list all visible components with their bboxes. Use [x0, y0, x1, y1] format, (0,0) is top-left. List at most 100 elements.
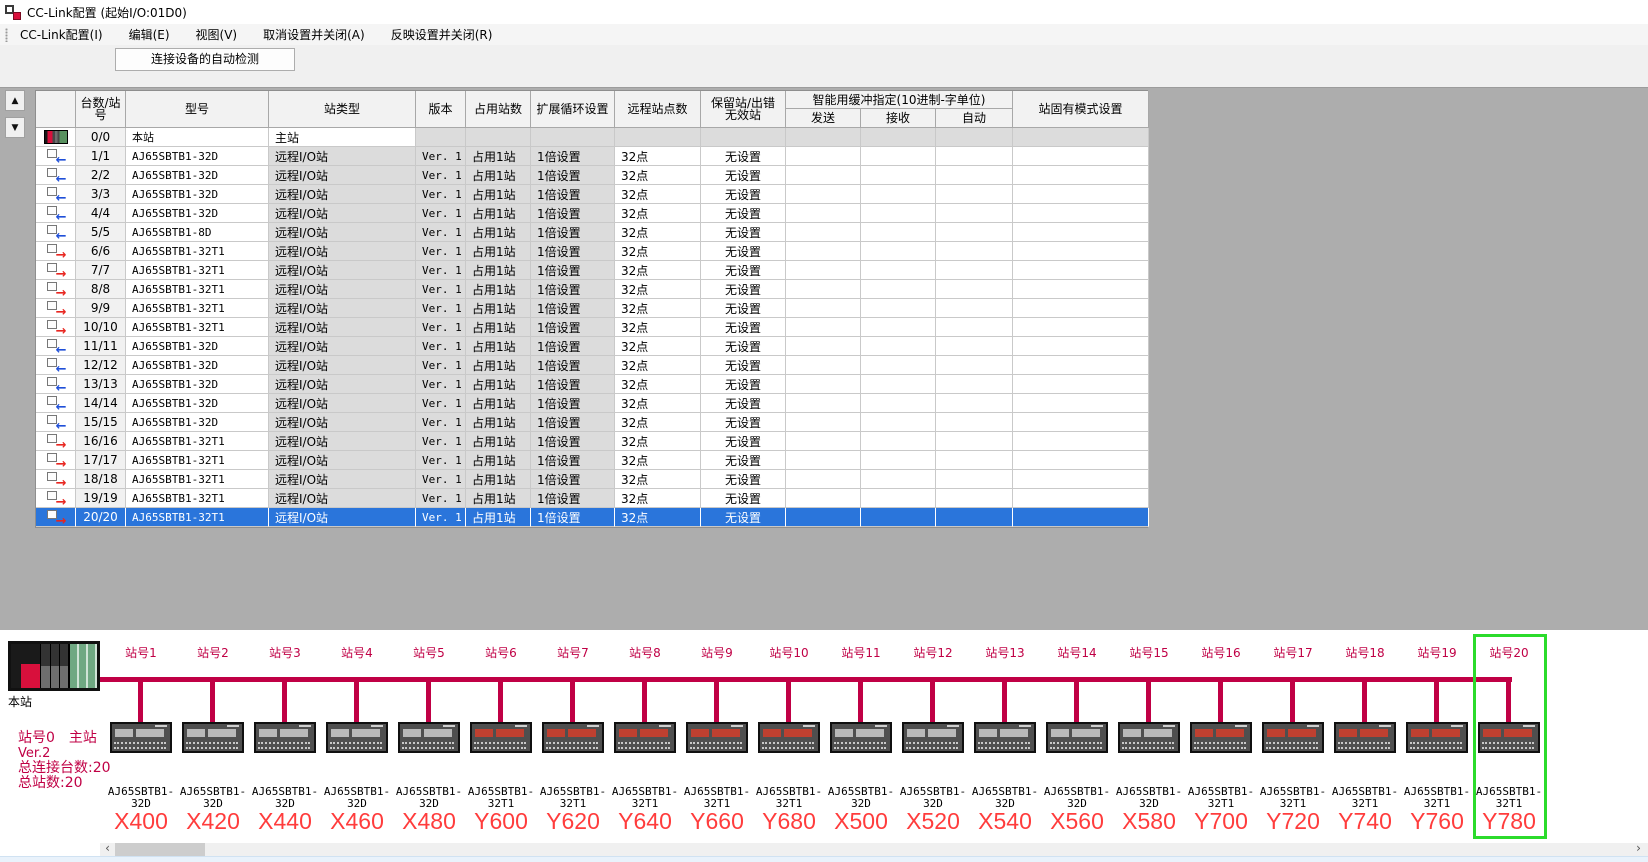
station-module-image[interactable]	[830, 722, 892, 753]
cell-model: AJ65SBTB1-32D	[126, 166, 269, 185]
table-row[interactable]: →7/7AJ65SBTB1-32T1远程I/O站Ver. 1占用1站1倍设置32…	[36, 261, 1147, 280]
cell-occupied: 占用1站	[466, 413, 531, 432]
output-module-icon: →	[46, 301, 66, 316]
menu-apply-close[interactable]: 反映设置并关闭(R)	[391, 26, 493, 43]
table-row[interactable]: ←4/4AJ65SBTB1-32D远程I/O站Ver. 1占用1站1倍设置32点…	[36, 204, 1147, 223]
scroll-down-button[interactable]: ▼	[5, 117, 25, 138]
cell-remote-points: 32点	[615, 413, 701, 432]
station-address-label: X480	[393, 808, 465, 835]
station-17[interactable]: 站号17AJ65SBTB1-32T1Y720	[1257, 630, 1329, 842]
cell-auto	[936, 451, 1013, 470]
station-module-image[interactable]	[1334, 722, 1396, 753]
cell-occupied: 占用1站	[466, 470, 531, 489]
station-2[interactable]: 站号2AJ65SBTB1-32DX420	[177, 630, 249, 842]
station-drop-line	[498, 680, 503, 722]
table-row[interactable]: 0/0本站主站	[36, 128, 1147, 147]
station-address-label: X580	[1113, 808, 1185, 835]
selected-station-highlight	[1473, 634, 1547, 839]
table-row[interactable]: ←5/5AJ65SBTB1-8D远程I/O站Ver. 1占用1站1倍设置32点无…	[36, 223, 1147, 242]
station-module-image[interactable]	[1046, 722, 1108, 753]
station-module-image[interactable]	[1406, 722, 1468, 753]
station-7[interactable]: 站号7AJ65SBTB1-32T1Y620	[537, 630, 609, 842]
station-module-image[interactable]	[1118, 722, 1180, 753]
cell-send	[786, 337, 861, 356]
output-module-icon: →	[46, 244, 66, 259]
table-row[interactable]: ←2/2AJ65SBTB1-32D远程I/O站Ver. 1占用1站1倍设置32点…	[36, 166, 1147, 185]
station-10[interactable]: 站号10AJ65SBTB1-32T1Y680	[753, 630, 825, 842]
station-6[interactable]: 站号6AJ65SBTB1-32T1Y600	[465, 630, 537, 842]
station-12[interactable]: 站号12AJ65SBTB1-32DX520	[897, 630, 969, 842]
station-module-image[interactable]	[470, 722, 532, 753]
cell-reserve: 无设置	[701, 166, 786, 185]
station-module-image[interactable]	[974, 722, 1036, 753]
table-row[interactable]: →16/16AJ65SBTB1-32T1远程I/O站Ver. 1占用1站1倍设置…	[36, 432, 1147, 451]
station-14[interactable]: 站号14AJ65SBTB1-32DX560	[1041, 630, 1113, 842]
table-row[interactable]: ←13/13AJ65SBTB1-32D远程I/O站Ver. 1占用1站1倍设置3…	[36, 375, 1147, 394]
table-row[interactable]: →19/19AJ65SBTB1-32T1远程I/O站Ver. 1占用1站1倍设置…	[36, 489, 1147, 508]
cell-station-mode	[1013, 242, 1149, 261]
cell-count-station: 18/18	[76, 470, 126, 489]
station-5[interactable]: 站号5AJ65SBTB1-32DX480	[393, 630, 465, 842]
menu-cancel-close[interactable]: 取消设置并关闭(A)	[263, 26, 365, 43]
station-module-image[interactable]	[902, 722, 964, 753]
cell-occupied: 占用1站	[466, 318, 531, 337]
table-row[interactable]: ←12/12AJ65SBTB1-32D远程I/O站Ver. 1占用1站1倍设置3…	[36, 356, 1147, 375]
station-module-image[interactable]	[398, 722, 460, 753]
table-row[interactable]: ←11/11AJ65SBTB1-32D远程I/O站Ver. 1占用1站1倍设置3…	[36, 337, 1147, 356]
station-module-image[interactable]	[758, 722, 820, 753]
station-module-image[interactable]	[1262, 722, 1324, 753]
scroll-left-icon[interactable]: ‹	[100, 843, 115, 856]
menu-cclink-config[interactable]: CC-Link配置(I)	[20, 26, 103, 43]
station-18[interactable]: 站号18AJ65SBTB1-32T1Y740	[1329, 630, 1401, 842]
table-row[interactable]: →18/18AJ65SBTB1-32T1远程I/O站Ver. 1占用1站1倍设置…	[36, 470, 1147, 489]
menu-edit[interactable]: 编辑(E)	[129, 26, 170, 43]
station-8[interactable]: 站号8AJ65SBTB1-32T1Y640	[609, 630, 681, 842]
station-address-label: X440	[249, 808, 321, 835]
table-row[interactable]: →6/6AJ65SBTB1-32T1远程I/O站Ver. 1占用1站1倍设置32…	[36, 242, 1147, 261]
cell-model: AJ65SBTB1-32T1	[126, 470, 269, 489]
table-row[interactable]: ←15/15AJ65SBTB1-32D远程I/O站Ver. 1占用1站1倍设置3…	[36, 413, 1147, 432]
table-row[interactable]: ←14/14AJ65SBTB1-32D远程I/O站Ver. 1占用1站1倍设置3…	[36, 394, 1147, 413]
cell-cyclic	[531, 128, 615, 147]
cell-version: Ver. 1	[416, 299, 466, 318]
cell-receive	[861, 166, 936, 185]
station-module-image[interactable]	[110, 722, 172, 753]
station-model-label: AJ65SBTB1-32D	[1041, 786, 1113, 810]
settings-panel: 连接设备的自动检测 模式设置(M) : Ver.2模式 ⌄ 传送速度(D) : …	[0, 45, 1648, 88]
auto-detect-button[interactable]: 连接设备的自动检测	[115, 48, 295, 71]
scrollbar-thumb[interactable]	[115, 843, 205, 856]
table-row[interactable]: →17/17AJ65SBTB1-32T1远程I/O站Ver. 1占用1站1倍设置…	[36, 451, 1147, 470]
cell-auto	[936, 242, 1013, 261]
station-module-image[interactable]	[254, 722, 316, 753]
scroll-right-icon[interactable]: ›	[1631, 843, 1646, 856]
cell-remote-points: 32点	[615, 299, 701, 318]
table-row[interactable]: ←1/1AJ65SBTB1-32D远程I/O站Ver. 1占用1站1倍设置32点…	[36, 147, 1147, 166]
station-15[interactable]: 站号15AJ65SBTB1-32DX580	[1113, 630, 1185, 842]
station-13[interactable]: 站号13AJ65SBTB1-32DX540	[969, 630, 1041, 842]
cell-cyclic: 1倍设置	[531, 394, 615, 413]
table-row[interactable]: →10/10AJ65SBTB1-32T1远程I/O站Ver. 1占用1站1倍设置…	[36, 318, 1147, 337]
station-module-image[interactable]	[1190, 722, 1252, 753]
station-16[interactable]: 站号16AJ65SBTB1-32T1Y700	[1185, 630, 1257, 842]
station-9[interactable]: 站号9AJ65SBTB1-32T1Y660	[681, 630, 753, 842]
station-3[interactable]: 站号3AJ65SBTB1-32DX440	[249, 630, 321, 842]
station-module-image[interactable]	[542, 722, 604, 753]
station-module-image[interactable]	[686, 722, 748, 753]
station-module-image[interactable]	[182, 722, 244, 753]
station-1[interactable]: 站号1AJ65SBTB1-32DX400	[105, 630, 177, 842]
station-11[interactable]: 站号11AJ65SBTB1-32DX500	[825, 630, 897, 842]
menu-view[interactable]: 视图(V)	[196, 26, 238, 43]
station-4[interactable]: 站号4AJ65SBTB1-32DX460	[321, 630, 393, 842]
table-row[interactable]: ←3/3AJ65SBTB1-32D远程I/O站Ver. 1占用1站1倍设置32点…	[36, 185, 1147, 204]
station-module-image[interactable]	[614, 722, 676, 753]
station-19[interactable]: 站号19AJ65SBTB1-32T1Y760	[1401, 630, 1473, 842]
scroll-up-button[interactable]: ▲	[5, 90, 25, 111]
master-station-image[interactable]	[8, 641, 100, 691]
horizontal-scrollbar[interactable]: ‹ ›	[100, 843, 1648, 856]
table-row[interactable]: →8/8AJ65SBTB1-32T1远程I/O站Ver. 1占用1站1倍设置32…	[36, 280, 1147, 299]
cell-version: Ver. 1	[416, 280, 466, 299]
station-module-image[interactable]	[326, 722, 388, 753]
table-row[interactable]: →9/9AJ65SBTB1-32T1远程I/O站Ver. 1占用1站1倍设置32…	[36, 299, 1147, 318]
table-row[interactable]: →20/20AJ65SBTB1-32T1远程I/O站Ver. 1占用1站1倍设置…	[36, 508, 1147, 527]
cell-station-mode	[1013, 356, 1149, 375]
